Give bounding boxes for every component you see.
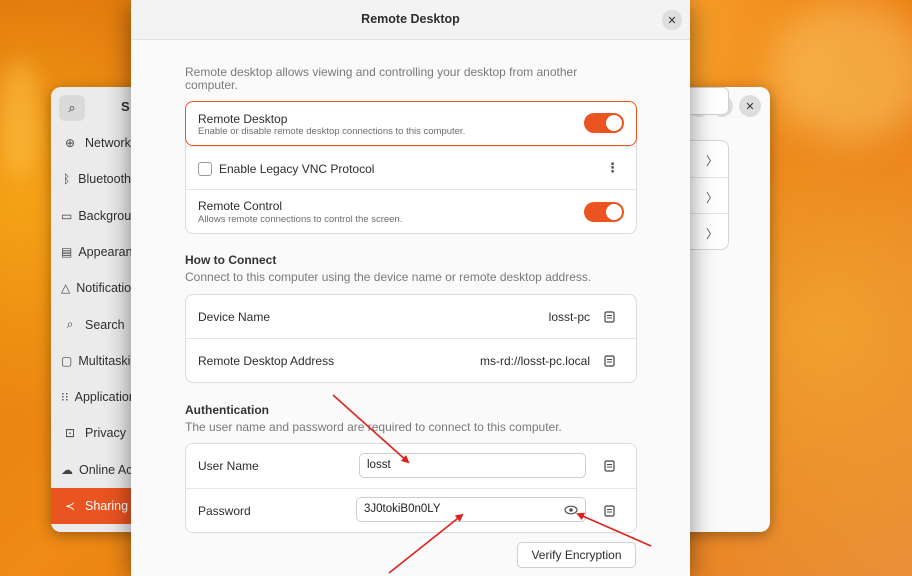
- user-name-label: User Name: [198, 459, 259, 473]
- more-options-icon[interactable]: ⋮: [606, 160, 619, 176]
- toggle-knob: [606, 204, 622, 220]
- remote-control-title: Remote Control: [198, 199, 283, 213]
- authentication-description: The user name and password are required …: [185, 420, 562, 434]
- legacy-vnc-checkbox[interactable]: [198, 162, 212, 176]
- search-icon: ⌕: [68, 100, 76, 115]
- sidebar-item-label: Multitasking: [78, 353, 131, 368]
- sidebar-item-label: Privacy: [85, 426, 126, 441]
- authentication-title: Authentication: [185, 403, 269, 417]
- remote-desktop-subtitle: Enable or disable remote desktop connect…: [198, 126, 466, 137]
- chevron-right-icon: 〉: [706, 191, 719, 205]
- sidebar-item-notifications[interactable]: △ Notifications: [51, 270, 131, 306]
- background-icon: ▭: [61, 208, 73, 223]
- remote-control-toggle[interactable]: [584, 202, 624, 222]
- remote-desktop-toggle[interactable]: [584, 113, 624, 133]
- bluetooth-icon: ᛒ: [62, 172, 71, 187]
- device-name-label: Device Name: [198, 310, 271, 324]
- remote-control-row[interactable]: Remote Control Allows remote connections…: [186, 189, 636, 233]
- user-name-row: User Name losst: [186, 444, 636, 488]
- sidebar-item-label: Applications: [74, 390, 131, 405]
- sidebar-item-multitasking[interactable]: ▢ Multitasking: [51, 343, 131, 379]
- dialog-header: Remote Desktop ✕: [131, 0, 690, 40]
- sidebar-item-applications[interactable]: ⁝⁝ Applications: [51, 379, 131, 415]
- dialog-description: Remote desktop allows viewing and contro…: [185, 65, 578, 92]
- chevron-right-icon: 〉: [706, 227, 719, 241]
- user-name-input[interactable]: losst: [359, 453, 586, 478]
- share-icon: ≺: [64, 499, 76, 513]
- sidebar-item-background[interactable]: ▭ Background: [51, 198, 131, 234]
- sidebar-item-label: Background: [78, 208, 131, 223]
- close-button[interactable]: ✕: [739, 95, 761, 117]
- password-row: Password 3J0tokiB0n0LY: [186, 488, 636, 532]
- sidebar-item-appearance[interactable]: ▤ Appearance: [51, 234, 131, 270]
- lock-icon: ⊡: [64, 426, 76, 441]
- password-input[interactable]: 3J0tokiB0n0LY: [356, 497, 586, 522]
- sidebar-item-privacy[interactable]: ⊡ Privacy: [51, 415, 131, 451]
- remote-address-label: Remote Desktop Address: [198, 354, 335, 368]
- copy-icon[interactable]: [602, 310, 616, 324]
- how-to-connect-card: Device Name losst-pc Remote Desktop Addr…: [185, 294, 637, 383]
- toggle-knob: [606, 115, 622, 131]
- sidebar-item-bluetooth[interactable]: ᛒ Bluetooth: [51, 161, 131, 197]
- remote-desktop-row[interactable]: Remote Desktop Enable or disable remote …: [185, 101, 637, 146]
- bell-icon: △: [61, 281, 71, 296]
- search-button[interactable]: ⌕: [59, 95, 85, 121]
- sidebar-item-online-accounts[interactable]: ☁ Online Accounts: [51, 452, 131, 488]
- chevron-right-icon: 〉: [706, 154, 719, 168]
- how-to-connect-title: How to Connect: [185, 253, 277, 267]
- sidebar-item-label: Online Accounts: [79, 462, 131, 477]
- how-to-connect-description: Connect to this computer using the devic…: [185, 270, 592, 284]
- legacy-vnc-label: Enable Legacy VNC Protocol: [219, 162, 375, 176]
- sidebar-item-label: Bluetooth: [78, 172, 131, 187]
- remote-desktop-title: Remote Desktop: [198, 112, 288, 126]
- network-icon: ⊕: [64, 136, 76, 150]
- appearance-icon: ▤: [61, 244, 73, 259]
- dialog-title: Remote Desktop: [361, 12, 460, 26]
- remote-control-subtitle: Allows remote connections to control the…: [198, 214, 403, 225]
- device-name-value: losst-pc: [548, 310, 590, 324]
- sidebar-item-label: Appearance: [78, 244, 131, 259]
- wallpaper-highlight: [0, 60, 40, 180]
- dialog-close-button[interactable]: ✕: [662, 10, 682, 30]
- apps-grid-icon: ⁝⁝: [61, 390, 69, 405]
- legacy-vnc-row[interactable]: Enable Legacy VNC Protocol ⋮: [186, 146, 636, 189]
- sidebar-item-network[interactable]: ⊕ Network: [51, 125, 131, 161]
- sidebar-item-search[interactable]: ⌕ Search: [51, 307, 131, 343]
- settings-title: S: [121, 99, 130, 114]
- sidebar-item-label: Network: [85, 136, 131, 150]
- device-name-row: Device Name losst-pc: [186, 295, 636, 338]
- close-icon: ✕: [745, 100, 755, 113]
- sidebar-item-label: Sharing: [85, 499, 129, 513]
- eye-icon[interactable]: [564, 505, 578, 515]
- copy-icon[interactable]: [602, 504, 616, 518]
- verify-encryption-button[interactable]: Verify Encryption: [517, 542, 636, 568]
- cloud-icon: ☁: [61, 462, 73, 477]
- sidebar-item-label: Search: [85, 317, 125, 332]
- copy-icon[interactable]: [602, 459, 616, 473]
- copy-icon[interactable]: [602, 354, 616, 368]
- close-icon: ✕: [667, 14, 677, 27]
- remote-address-row: Remote Desktop Address ms-rd://losst-pc.…: [186, 338, 636, 382]
- wallpaper-highlight: [770, 0, 912, 140]
- authentication-card: User Name losst Password 3J0tokiB0n0LY: [185, 443, 637, 533]
- multitasking-icon: ▢: [61, 353, 73, 368]
- remote-desktop-card: Remote Desktop Enable or disable remote …: [185, 101, 637, 234]
- sidebar-item-sharing[interactable]: ≺ Sharing: [51, 488, 131, 524]
- search-icon: ⌕: [66, 317, 74, 331]
- remote-desktop-dialog: Remote Desktop ✕ Remote desktop allows v…: [131, 0, 690, 576]
- sidebar-item-label: Notifications: [76, 281, 131, 296]
- remote-address-value: ms-rd://losst-pc.local: [479, 354, 590, 368]
- password-label: Password: [198, 504, 251, 518]
